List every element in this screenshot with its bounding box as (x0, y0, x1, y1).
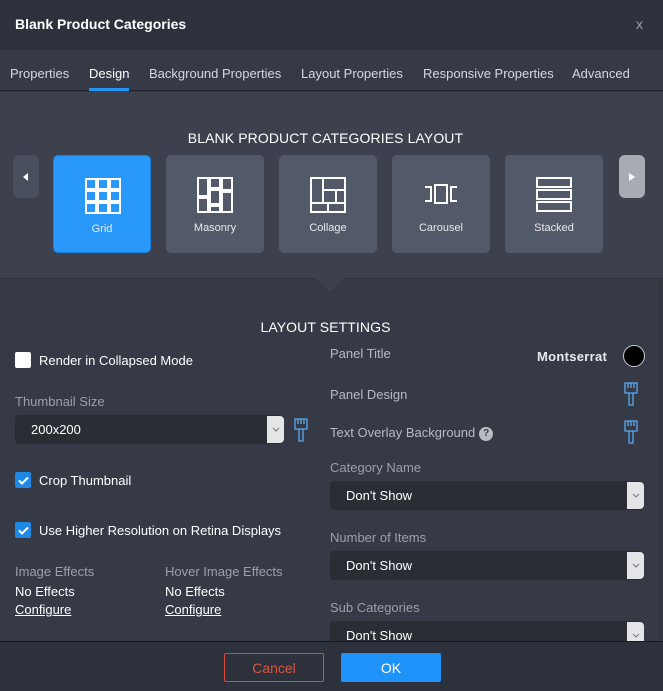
layout-option-stacked[interactable]: Stacked (505, 155, 603, 253)
grid-icon (85, 178, 121, 214)
layout-prev-button[interactable] (13, 155, 39, 198)
image-effects-value: No Effects (15, 584, 75, 599)
crop-thumbnail-checkbox[interactable]: Crop Thumbnail (15, 472, 131, 488)
dialog-footer: Cancel OK (0, 641, 663, 691)
select-value: Don't Show (346, 488, 413, 503)
checkmark-icon (17, 476, 29, 485)
select-value: 200x200 (31, 422, 81, 437)
checkbox-box[interactable] (15, 352, 31, 368)
panel-title-font[interactable]: Montserrat (537, 349, 607, 364)
render-collapsed-checkbox[interactable]: Render in Collapsed Mode (15, 352, 193, 368)
layout-next-button[interactable] (619, 155, 645, 198)
layout-settings-heading: LAYOUT SETTINGS (260, 319, 391, 335)
checkbox-box[interactable] (15, 472, 31, 488)
layout-option-masonry[interactable]: Masonry (166, 155, 264, 253)
layout-heading: BLANK PRODUCT CATEGORIES LAYOUT (187, 130, 464, 146)
layout-option-grid[interactable]: Grid (53, 155, 151, 253)
close-button[interactable]: x (636, 16, 643, 32)
hover-effects-label: Hover Image Effects (165, 564, 283, 579)
selection-pointer (316, 278, 344, 292)
paintbrush-icon[interactable] (294, 417, 308, 443)
masonry-icon (197, 177, 233, 213)
cancel-button[interactable]: Cancel (224, 653, 324, 682)
ok-button[interactable]: OK (341, 653, 441, 682)
checkbox-box[interactable] (15, 522, 31, 538)
checkmark-icon (17, 526, 29, 535)
triangle-right-icon (629, 172, 635, 181)
checkbox-label: Crop Thumbnail (39, 472, 132, 488)
checkbox-label: Render in Collapsed Mode (39, 352, 193, 368)
panel-title-label: Panel Title (330, 346, 391, 361)
chevron-down-icon[interactable] (627, 552, 644, 579)
tab-design[interactable]: Design (89, 66, 130, 91)
triangle-left-icon (23, 172, 28, 181)
chevron-down-icon[interactable] (267, 416, 284, 443)
hover-effects-value: No Effects (165, 584, 225, 599)
dialog-titlebar: Blank Product Categories x (0, 0, 663, 50)
category-name-label: Category Name (330, 460, 422, 475)
layout-option-label: Stacked (534, 222, 574, 234)
carousel-icon (425, 184, 457, 204)
panel-title-color-swatch[interactable] (623, 345, 645, 367)
thumbnail-size-label: Thumbnail Size (15, 394, 105, 409)
collage-icon (310, 177, 346, 213)
chevron-down-icon[interactable] (627, 482, 644, 509)
layout-option-carousel[interactable]: Carousel (392, 155, 490, 253)
select-value: Don't Show (346, 558, 413, 573)
image-effects-configure-link[interactable]: Configure (15, 602, 71, 617)
help-icon[interactable]: ? (479, 427, 494, 441)
text-overlay-label: Text Overlay Background? (330, 425, 494, 441)
image-effects-label: Image Effects (15, 564, 95, 579)
layout-option-label: Carousel (418, 222, 464, 234)
stacked-icon (536, 177, 572, 212)
layout-option-collage[interactable]: Collage (279, 155, 377, 253)
layout-option-label: Collage (309, 222, 347, 234)
tab-responsive-properties[interactable]: Responsive Properties (423, 66, 554, 81)
sub-categories-label: Sub Categories (330, 600, 420, 615)
dialog-title: Blank Product Categories (15, 16, 187, 32)
tab-layout-properties[interactable]: Layout Properties (301, 66, 403, 81)
retina-checkbox[interactable]: Use Higher Resolution on Retina Displays (15, 522, 281, 538)
layout-option-label: Grid (91, 223, 113, 235)
tab-background-properties[interactable]: Background Properties (149, 66, 281, 81)
scrollbar-track[interactable] (659, 280, 663, 642)
hover-effects-configure-link[interactable]: Configure (165, 602, 221, 617)
paintbrush-icon[interactable] (624, 381, 638, 407)
tab-bar: Properties Design Background Properties … (0, 50, 663, 91)
number-of-items-select[interactable]: Don't Show (330, 551, 644, 580)
layout-option-label: Masonry (193, 222, 237, 234)
tab-advanced[interactable]: Advanced (572, 66, 630, 81)
tab-properties[interactable]: Properties (10, 66, 69, 81)
paintbrush-icon[interactable] (624, 419, 638, 445)
category-name-select[interactable]: Don't Show (330, 481, 644, 510)
text-overlay-label-text: Text Overlay Background (330, 425, 476, 440)
layout-picker: BLANK PRODUCT CATEGORIES LAYOUT Grid Mas… (0, 92, 663, 279)
thumbnail-size-select[interactable]: 200x200 (15, 415, 284, 444)
checkbox-label: Use Higher Resolution on Retina Displays (39, 522, 282, 538)
number-of-items-label: Number of Items (330, 530, 427, 545)
panel-design-label: Panel Design (330, 387, 408, 402)
